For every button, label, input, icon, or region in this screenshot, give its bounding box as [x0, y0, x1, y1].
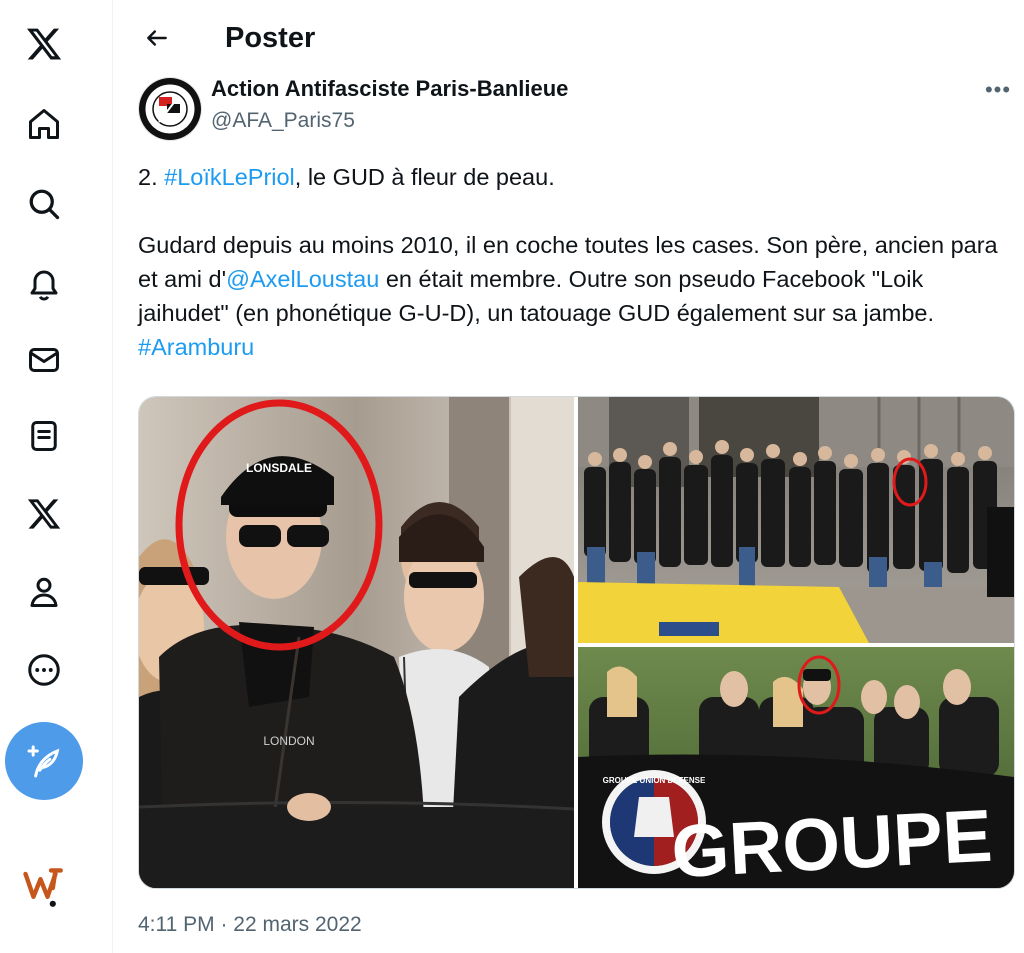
- media-grid: LONSDALE LONDON GROUPE UNION DEFENSE GRO…: [138, 396, 1015, 889]
- photo-1[interactable]: LONSDALE LONDON: [139, 397, 575, 888]
- post-more-button[interactable]: •••: [983, 76, 1013, 106]
- photo-2[interactable]: [578, 397, 1014, 643]
- page-title: Poster: [225, 22, 316, 54]
- lists-icon[interactable]: [22, 414, 66, 458]
- w-extension-icon[interactable]: [22, 866, 66, 910]
- text-span: 2.: [138, 164, 165, 190]
- hashtag-link[interactable]: #Aramburu: [138, 334, 254, 360]
- search-icon[interactable]: [22, 182, 66, 226]
- mail-icon[interactable]: [22, 338, 66, 382]
- x-logo-icon[interactable]: [22, 22, 66, 66]
- profile-icon[interactable]: [22, 570, 66, 614]
- author-name[interactable]: Action Antifasciste Paris-Banlieue: [211, 74, 568, 104]
- feather-plus-icon: [27, 745, 60, 778]
- media-separator: [574, 397, 578, 888]
- back-button[interactable]: [137, 18, 177, 58]
- photo-3[interactable]: GROUPE UNION DEFENSE GROUPE U: [578, 647, 1014, 888]
- sidebar-nav: [0, 0, 88, 953]
- post-paragraph-2: Gudard depuis au moins 2010, il en coche…: [138, 228, 1018, 364]
- bell-icon[interactable]: [22, 262, 66, 306]
- arrow-left-icon: [147, 30, 167, 46]
- post-detail: Poster Action Antifasciste Paris-Banlieu…: [113, 0, 1024, 953]
- more-icon[interactable]: [22, 648, 66, 692]
- badge-text: GROUPE UNION DEFENSE: [603, 776, 706, 785]
- post-paragraph-1: 2. #LoïkLePriol, le GUD à fleur de peau.: [138, 160, 1018, 194]
- media-separator: [578, 643, 1014, 647]
- post-text: 2. #LoïkLePriol, le GUD à fleur de peau.…: [138, 160, 1018, 364]
- hashtag-link[interactable]: #LoïkLePriol: [164, 164, 295, 190]
- antifa-logo-icon: [139, 78, 201, 140]
- author-handle[interactable]: @AFA_Paris75: [211, 106, 355, 136]
- text-span: , le GUD à fleur de peau.: [294, 164, 555, 190]
- mention-link[interactable]: @AxelLoustau: [226, 266, 379, 292]
- x-premium-icon[interactable]: [22, 492, 66, 536]
- shirt-text: LONDON: [263, 734, 314, 748]
- post-timestamp[interactable]: 4:11 PM · 22 mars 2022: [138, 910, 362, 940]
- avatar[interactable]: [138, 77, 202, 141]
- compose-post-button[interactable]: [5, 722, 83, 800]
- home-icon[interactable]: [22, 102, 66, 146]
- cap-text: LONSDALE: [246, 461, 312, 475]
